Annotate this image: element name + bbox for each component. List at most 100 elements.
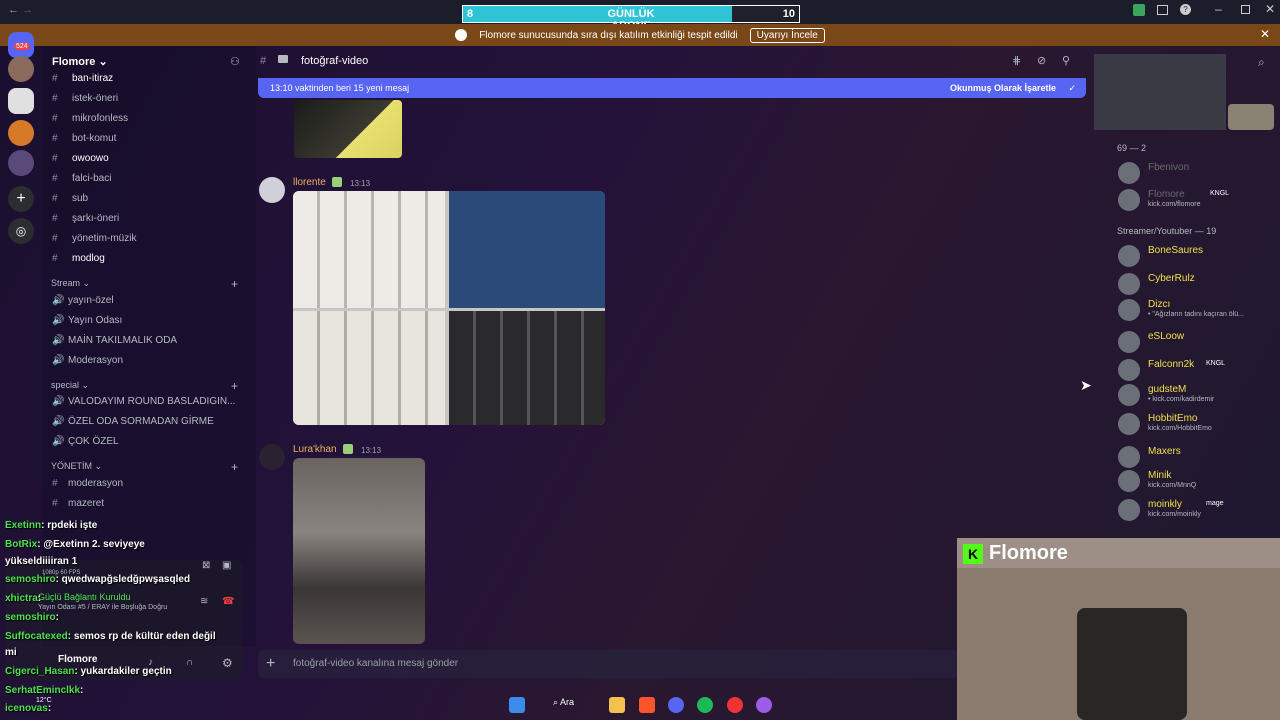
message-image[interactable]: [294, 100, 402, 158]
member-tag: mage: [1206, 500, 1224, 507]
brave-icon[interactable]: [639, 697, 655, 713]
server-avatar[interactable]: [8, 150, 34, 176]
chat-text: : @Exetinn 2. seviyeye: [37, 539, 145, 550]
category-special[interactable]: special ⌄: [51, 380, 89, 391]
avatar[interactable]: [259, 177, 285, 203]
member-row[interactable]: Minik kick.com/MnnQ: [1118, 470, 1278, 496]
server-name-button[interactable]: Flomore ⌄: [52, 55, 108, 68]
add-server-icon[interactable]: +: [8, 186, 34, 212]
hash-icon: #: [52, 233, 58, 244]
channel-item[interactable]: # modlog: [52, 253, 105, 264]
channel-item[interactable]: 🔊 Yayın Odası: [52, 315, 122, 326]
member-row[interactable]: HobbitEmo kick.com/HobbitEmo: [1118, 413, 1278, 439]
discover-icon[interactable]: ◎: [8, 218, 34, 244]
room-photo-image[interactable]: [293, 458, 425, 644]
message-composer[interactable]: + fotoğraf-video kanalına mesaj gönder: [258, 650, 958, 678]
help-icon[interactable]: ?: [1180, 4, 1191, 15]
settings-icon[interactable]: ⚙: [222, 656, 233, 670]
taskbar-search[interactable]: ⌕ Ara: [553, 697, 574, 708]
chat-line: BotRix: @Exetinn 2. seviyeye: [5, 539, 145, 550]
channel-item[interactable]: # yönetim-müzik: [52, 233, 136, 244]
channel-item[interactable]: 🔊 MAİN TAKILMALIK ODA: [52, 335, 177, 346]
threads-icon[interactable]: ⋕: [1012, 54, 1021, 67]
channel-item[interactable]: 🔊 ÇOK ÖZEL: [52, 436, 119, 447]
server-avatar[interactable]: [8, 88, 34, 114]
member-name: BoneSaures: [1148, 245, 1204, 256]
search-icon[interactable]: ⌕: [1258, 55, 1265, 70]
channel-label: mazeret: [68, 498, 105, 509]
pin-icon[interactable]: ⚲: [1062, 54, 1070, 67]
forward-arrow-icon[interactable]: →: [22, 4, 33, 16]
channel-item[interactable]: # moderasyon: [52, 478, 123, 489]
file-explorer-icon[interactable]: [609, 697, 625, 713]
disconnect-icon[interactable]: ☎: [222, 596, 234, 607]
channel-item[interactable]: # mikrofonless: [52, 113, 128, 124]
channel-item[interactable]: 🔊 Moderasyon: [52, 355, 123, 366]
review-warning-button[interactable]: Uyarıyı İncele: [749, 27, 825, 43]
server-avatar[interactable]: [8, 56, 34, 82]
close-notice-icon[interactable]: ✕: [1260, 27, 1270, 41]
soundboard-icon[interactable]: ≋: [200, 596, 208, 607]
add-channel-icon[interactable]: +: [231, 277, 238, 291]
close-icon[interactable]: ✕: [1265, 2, 1275, 16]
channel-item[interactable]: # şarkı-öneri: [52, 213, 119, 224]
member-row[interactable]: gudsteM • kick.com/kadirdemir: [1118, 384, 1278, 410]
channel-item[interactable]: 🔊 ÖZEL ODA SORMADAN GİRME: [52, 416, 214, 427]
app-icon[interactable]: [756, 697, 772, 713]
webcam-overlay-small: [1094, 54, 1226, 130]
member-row[interactable]: moinkly kick.com/moinkly mage: [1118, 499, 1278, 525]
mark-as-read-button[interactable]: Okunmuş Olarak İşaretle: [950, 83, 1056, 93]
member-row[interactable]: eSLoow: [1118, 331, 1278, 357]
channel-item[interactable]: # bot-komut: [52, 133, 116, 144]
discord-icon[interactable]: [668, 697, 684, 713]
back-arrow-icon[interactable]: ←: [8, 4, 19, 16]
member-row[interactable]: Falconn2k KNGL: [1118, 359, 1278, 385]
app-icon[interactable]: [727, 697, 743, 713]
add-channel-icon[interactable]: +: [231, 379, 238, 393]
member-row[interactable]: BoneSaures: [1118, 245, 1278, 271]
channel-item[interactable]: # ban-itiraz: [52, 73, 113, 84]
screen-share-icon[interactable]: ▣: [222, 560, 231, 571]
channel-item[interactable]: # sub: [52, 193, 88, 204]
mute-icon[interactable]: ⊘: [1037, 54, 1046, 67]
channel-item[interactable]: # istek-öneri: [52, 93, 118, 104]
spotify-icon[interactable]: [697, 697, 713, 713]
chat-text: : rpdeki işte: [41, 520, 98, 531]
channel-label: yönetim-müzik: [72, 233, 137, 244]
category-yonetim[interactable]: YÖNETİM ⌄: [51, 461, 102, 472]
add-channel-icon[interactable]: +: [231, 460, 238, 474]
member-name: CyberRulz: [1148, 273, 1195, 284]
role-badge-icon: [332, 177, 342, 187]
start-icon[interactable]: [509, 697, 525, 713]
add-attachment-icon[interactable]: +: [266, 655, 275, 673]
category-label: YÖNETİM: [51, 461, 93, 471]
member-row[interactable]: Flomore kick.com/flomore KNGL: [1118, 189, 1278, 213]
member-tag: KNGL: [1206, 360, 1226, 367]
speaker-icon: 🔊: [52, 355, 65, 366]
avatar: [1118, 413, 1140, 435]
watch-box-image[interactable]: [293, 191, 605, 425]
channel-item[interactable]: 🔊 VALODAYIM ROUND BASLADIGIN...: [52, 396, 235, 407]
member-row[interactable]: Maxers: [1118, 446, 1278, 472]
channel-item[interactable]: 🔊 yayın-özel: [52, 295, 114, 306]
avatar[interactable]: [259, 444, 285, 470]
minimize-icon[interactable]: –: [1215, 2, 1222, 16]
speaker-icon: 🔊: [52, 295, 65, 306]
category-stream[interactable]: Stream ⌄: [51, 278, 90, 289]
member-row[interactable]: CyberRulz: [1118, 273, 1278, 299]
channel-item[interactable]: # falci-baci: [52, 173, 111, 184]
member-row[interactable]: Dizcı • "Ağızların tadını kaçıran ölü...: [1118, 299, 1278, 325]
stop-stream-icon[interactable]: ⊠: [202, 560, 210, 571]
headphones-icon[interactable]: ∩: [186, 657, 193, 668]
member-row[interactable]: Fbenivon: [1118, 162, 1278, 186]
channel-item[interactable]: # owoowo: [52, 153, 109, 164]
nitro-icon[interactable]: [1133, 4, 1145, 16]
invite-icon[interactable]: ⚇: [230, 55, 240, 68]
channel-item[interactable]: # mazeret: [52, 498, 104, 509]
inbox-icon[interactable]: [1157, 5, 1168, 15]
new-messages-bar[interactable]: 13:10 vaktinden beri 15 yeni mesaj Okunm…: [258, 78, 1086, 98]
message-author[interactable]: Lura'khan: [293, 444, 337, 455]
maximize-icon[interactable]: [1241, 5, 1250, 14]
server-avatar[interactable]: [8, 120, 34, 146]
message-author[interactable]: llorente: [293, 177, 326, 188]
